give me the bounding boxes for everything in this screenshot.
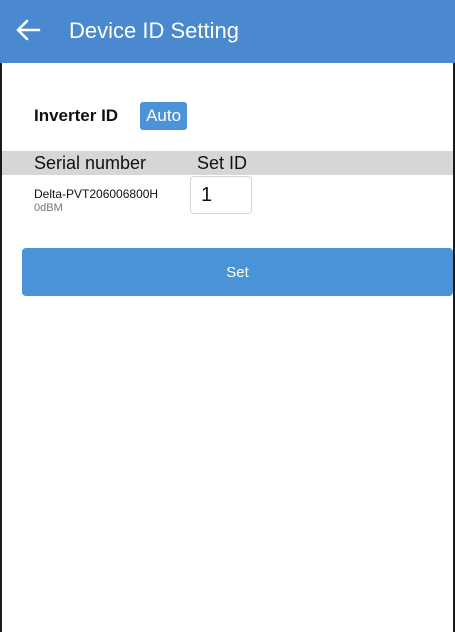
inverter-id-label: Inverter ID — [34, 106, 119, 125]
table-header: Serial number Set ID — [2, 151, 453, 175]
inverter-id-row: Inverter ID Auto — [34, 101, 188, 131]
page-title: Device ID Setting — [69, 18, 239, 43]
serial-number-text: Delta-PVT206006800H — [34, 187, 159, 201]
column-header-serial-number: Serial number — [34, 153, 147, 173]
table-row: Delta-PVT206006800H 0dBM — [2, 176, 453, 218]
back-button[interactable] — [10, 14, 46, 50]
auto-button[interactable]: Auto — [140, 102, 188, 130]
signal-strength-text: 0dBM — [34, 202, 63, 214]
app-bar: Device ID Setting — [0, 0, 455, 63]
left-edge-border — [0, 0, 2, 632]
arrow-left-icon — [15, 19, 41, 46]
set-id-input[interactable] — [190, 176, 252, 214]
set-button[interactable]: Set — [22, 248, 453, 296]
device-id-setting-screen: Device ID Setting Inverter ID Auto Seria… — [0, 0, 455, 632]
column-header-set-id: Set ID — [197, 153, 248, 173]
